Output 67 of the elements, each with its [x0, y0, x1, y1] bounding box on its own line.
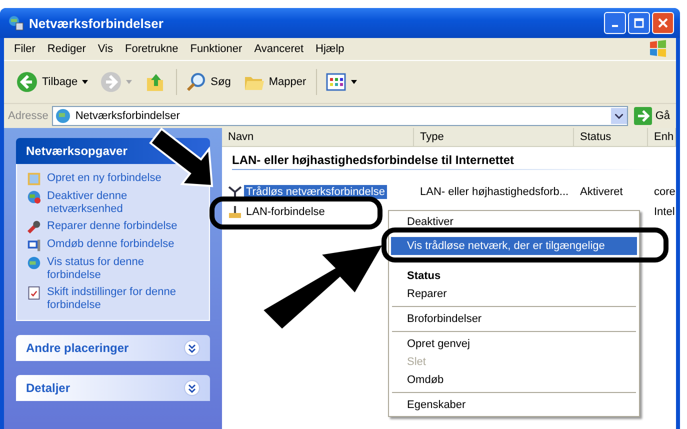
menu-item[interactable]: Omdøb: [391, 371, 637, 389]
minimize-icon: [612, 25, 618, 27]
table-cell-text: Aktiveret: [579, 186, 624, 198]
menu-item[interactable]: Broforbindelser: [391, 310, 637, 328]
dropdown-arrow-icon: [126, 80, 132, 84]
item-name[interactable]: LAN-forbindelse: [244, 205, 327, 219]
table-cell-text: Intel: [653, 206, 676, 218]
task-icon: [27, 220, 41, 234]
maximize-button[interactable]: [628, 12, 650, 34]
dropdown-arrow-icon: [351, 80, 358, 84]
maximize-icon: [634, 18, 644, 28]
menu-item[interactable]: Status: [391, 267, 637, 285]
window-title: Netværksforbindelser: [29, 16, 164, 30]
task-link[interactable]: Opret en ny forbindelse: [47, 172, 162, 185]
task-icon: [27, 286, 41, 300]
task-link[interactable]: Deaktiver denne netværksenhed: [47, 190, 199, 216]
menu-item[interactable]: Avanceret: [248, 43, 310, 55]
task-link[interactable]: Omdøb denne forbindelse: [47, 238, 174, 251]
search-icon: [184, 71, 207, 93]
task-icon: [27, 172, 41, 186]
address-field[interactable]: Netværksforbindelser: [52, 106, 628, 126]
menu-item[interactable]: Vis: [92, 43, 120, 55]
search-button[interactable]: Søg: [180, 69, 235, 95]
table-cell-text: core: [653, 186, 676, 198]
dropdown-button[interactable]: [611, 108, 628, 124]
menu-item[interactable]: Foretrukne: [119, 43, 184, 55]
column-header[interactable]: Type: [414, 128, 574, 146]
menu-item[interactable]: Hjælp: [310, 43, 350, 55]
group-header: LAN- eller højhastighedsforbindelse til Internettet: [231, 152, 516, 169]
expand-icon: [184, 380, 200, 396]
task-link[interactable]: Skift indstillinger for denne forbindelse: [47, 286, 199, 312]
menu-item[interactable]: Egenskaber: [391, 396, 637, 414]
menu-item[interactable]: Funktioner: [184, 43, 248, 55]
go-button[interactable]: Gå: [632, 107, 672, 125]
network-cable-icon: [228, 205, 242, 219]
column-header[interactable]: Enh: [648, 128, 676, 146]
antenna-icon: [228, 185, 242, 199]
close-icon: [658, 18, 668, 28]
chevron-down-icon: [615, 114, 624, 118]
views-grid-icon: [325, 71, 348, 93]
task-link[interactable]: Reparer denne forbindelse: [47, 220, 178, 233]
network-icon: [8, 15, 24, 31]
address-label: Adresse: [8, 110, 48, 122]
task-icon: [27, 190, 41, 204]
table-cell-text: LAN- eller højhastighedsforb...: [419, 186, 570, 198]
column-header[interactable]: Status: [574, 128, 648, 146]
minimize-button[interactable]: [604, 12, 626, 34]
panel-header[interactable]: Andre placeringer: [16, 335, 210, 361]
folders-button[interactable]: Mapper: [238, 69, 318, 95]
menu-item[interactable]: Deaktiver: [391, 213, 637, 231]
task-icon: [27, 256, 41, 270]
back-button[interactable]: Tilbage: [12, 69, 92, 95]
menu-item[interactable]: Filer: [8, 43, 42, 55]
menu-item[interactable]: Opret genvej: [391, 335, 637, 353]
panel-header[interactable]: Detaljer: [16, 375, 210, 401]
menu-item[interactable]: Reparer: [391, 285, 637, 303]
network-icon: [55, 108, 72, 124]
arrow-right-icon: [634, 107, 652, 125]
dropdown-arrow-icon: [82, 80, 88, 84]
menu-item[interactable]: Vis trådløse netværk, der er tilgængelige: [391, 237, 637, 255]
menu-item[interactable]: Rediger: [41, 43, 92, 55]
expand-icon: [184, 340, 200, 356]
task-link[interactable]: Vis status for denne forbindelse: [47, 256, 199, 282]
windows-flag-icon: [648, 39, 668, 59]
column-header[interactable]: Navn: [222, 128, 414, 146]
task-icon: [27, 238, 41, 252]
close-button[interactable]: [652, 12, 674, 34]
